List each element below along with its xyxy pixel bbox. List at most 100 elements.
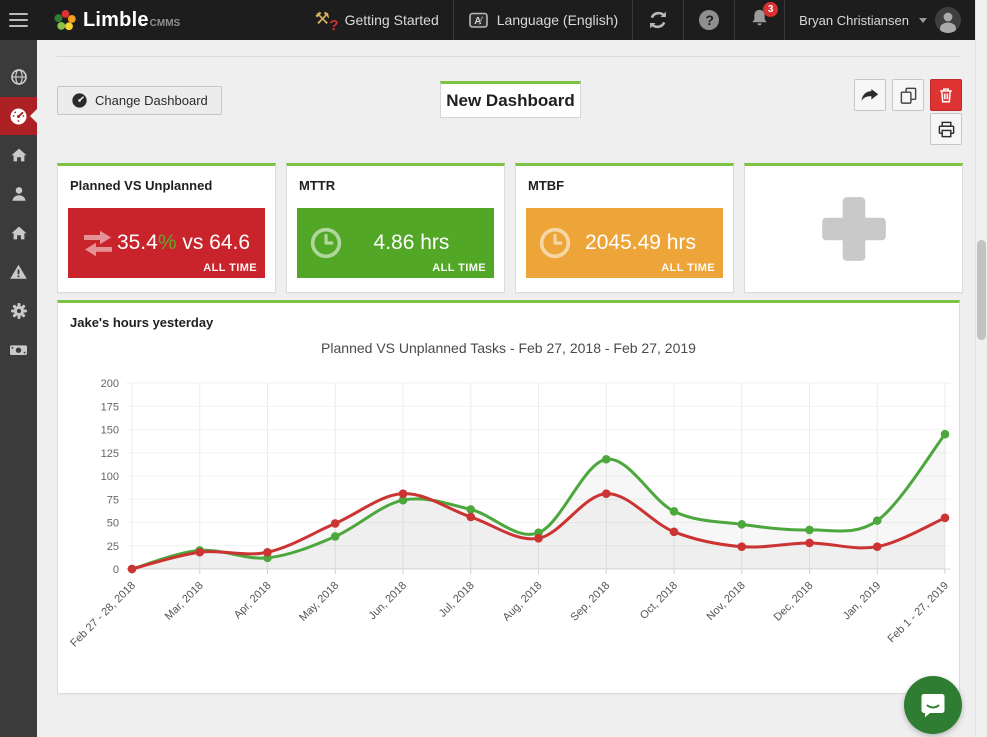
svg-text:Apr, 2018: Apr, 2018 bbox=[232, 580, 274, 622]
kpi-value: 35.4% vs 64.6 bbox=[116, 231, 251, 254]
sidebar-item-assets[interactable] bbox=[0, 214, 37, 252]
plus-icon bbox=[821, 197, 886, 261]
kpi-value: 4.86 hrs bbox=[373, 231, 450, 254]
chart-panel: Jake's hours yesterday Planned VS Unplan… bbox=[57, 300, 960, 694]
svg-text:25: 25 bbox=[107, 541, 119, 553]
kpi-period: ALL TIME bbox=[661, 262, 715, 274]
print-icon bbox=[938, 121, 954, 137]
kpi-period: ALL TIME bbox=[432, 262, 486, 274]
kpi-value: 2045.49 hrs bbox=[585, 231, 696, 254]
svg-text:Aug, 2018: Aug, 2018 bbox=[501, 580, 545, 624]
language-icon: A bbox=[468, 12, 488, 28]
change-dashboard-button[interactable]: Change Dashboard bbox=[57, 86, 222, 115]
chat-bubble-icon bbox=[921, 694, 945, 718]
svg-text:Feb 1 - 27, 2019: Feb 1 - 27, 2019 bbox=[886, 580, 952, 646]
print-button[interactable] bbox=[930, 113, 962, 145]
notification-badge: 3 bbox=[763, 2, 779, 17]
copy-icon bbox=[900, 87, 916, 104]
globe-icon bbox=[10, 69, 27, 85]
svg-text:Nov, 2018: Nov, 2018 bbox=[705, 580, 748, 623]
kpi-card-title: Planned VS Unplanned bbox=[70, 178, 213, 193]
svg-text:Sep, 2018: Sep, 2018 bbox=[568, 580, 612, 624]
sidebar-item-billing[interactable] bbox=[0, 331, 37, 369]
scrollbar-track[interactable] bbox=[975, 0, 987, 737]
money-icon bbox=[10, 345, 27, 355]
dashboard-title: New Dashboard bbox=[446, 90, 575, 110]
svg-text:125: 125 bbox=[101, 448, 119, 460]
sidebar-item-home[interactable] bbox=[0, 136, 37, 174]
app-logo[interactable]: Limble CMMS bbox=[54, 9, 180, 32]
svg-text:150: 150 bbox=[101, 425, 119, 437]
dashboard-actions bbox=[854, 79, 962, 111]
sidebar-item-settings[interactable] bbox=[0, 292, 37, 330]
svg-text:?: ? bbox=[706, 12, 715, 28]
change-dashboard-label: Change Dashboard bbox=[95, 93, 208, 108]
help-icon: ? bbox=[699, 10, 720, 30]
line-chart: 0 25 50 75 100 125 150 175 200 Feb 27 - 28, 2018 M… bbox=[68, 378, 952, 650]
kpi-card-mtbf: MTBF 2045.49 hrs ALL TIME bbox=[515, 163, 734, 293]
sidebar-item-globe[interactable] bbox=[0, 58, 37, 96]
app-name: Limble bbox=[83, 8, 149, 31]
user-name: Bryan Christiansen bbox=[799, 12, 909, 28]
trash-icon bbox=[940, 88, 952, 103]
copy-button[interactable] bbox=[892, 79, 924, 111]
svg-text:Oct, 2018: Oct, 2018 bbox=[638, 580, 680, 622]
notifications-button[interactable]: 3 bbox=[734, 0, 784, 40]
svg-text:Mar, 2018: Mar, 2018 bbox=[163, 580, 206, 623]
svg-text:0: 0 bbox=[113, 564, 119, 576]
svg-text:100: 100 bbox=[101, 471, 119, 483]
getting-started-button[interactable]: ⚒? Getting Started bbox=[301, 0, 453, 40]
svg-text:175: 175 bbox=[101, 401, 119, 413]
user-menu[interactable]: Bryan Christiansen bbox=[784, 0, 975, 40]
kpi-panel: 35.4% vs 64.6 ALL TIME bbox=[68, 208, 265, 278]
kpi-card-title: MTTR bbox=[299, 178, 336, 193]
user-icon bbox=[11, 187, 26, 201]
app-suffix: CMMS bbox=[149, 17, 181, 29]
svg-text:75: 75 bbox=[107, 494, 119, 506]
svg-text:May, 2018: May, 2018 bbox=[297, 580, 341, 624]
main-content: Change Dashboard New Dashboard Planned V… bbox=[37, 40, 975, 737]
kpi-period: ALL TIME bbox=[203, 262, 257, 274]
language-button[interactable]: A Language (English) bbox=[452, 0, 632, 40]
language-label: Language (English) bbox=[496, 12, 619, 28]
refresh-button[interactable] bbox=[632, 0, 683, 40]
topbar: Limble CMMS ⚒? Getting Started A Languag… bbox=[0, 0, 975, 40]
svg-text:200: 200 bbox=[101, 378, 119, 390]
sidebar-item-problems[interactable] bbox=[0, 253, 37, 291]
chevron-down-icon bbox=[919, 17, 927, 23]
share-button[interactable] bbox=[854, 79, 886, 111]
sidebar bbox=[0, 40, 37, 737]
svg-text:Feb 27 - 28, 2018: Feb 27 - 28, 2018 bbox=[68, 580, 138, 650]
add-widget-card[interactable] bbox=[744, 163, 963, 293]
dashboard-gauge-icon bbox=[10, 108, 27, 124]
menu-icon[interactable] bbox=[0, 0, 36, 40]
kpi-card-planned-vs-unplanned: Planned VS Unplanned 35.4% vs 64.6 ALL T… bbox=[57, 163, 276, 293]
svg-text:Jul, 2018: Jul, 2018 bbox=[437, 580, 477, 620]
chat-button[interactable] bbox=[904, 676, 962, 734]
dashboard-title-tab[interactable]: New Dashboard bbox=[440, 81, 581, 118]
kpi-cards-row: Planned VS Unplanned 35.4% vs 64.6 ALL T… bbox=[57, 163, 963, 293]
exchange-arrows-icon bbox=[84, 230, 112, 257]
gear-icon bbox=[10, 303, 27, 319]
content-divider bbox=[57, 56, 961, 57]
kpi-panel: 4.86 hrs ALL TIME bbox=[297, 208, 494, 278]
help-button[interactable]: ? bbox=[683, 0, 734, 40]
panel-title: Jake's hours yesterday bbox=[70, 315, 214, 330]
getting-started-label: Getting Started bbox=[344, 12, 439, 28]
avatar[interactable] bbox=[935, 7, 961, 33]
sidebar-item-dashboard[interactable] bbox=[0, 97, 37, 135]
kpi-card-mttr: MTTR 4.86 hrs ALL TIME bbox=[286, 163, 505, 293]
kpi-card-title: MTBF bbox=[528, 178, 565, 193]
clock-icon bbox=[310, 227, 342, 259]
asset-home-icon bbox=[11, 226, 26, 240]
sidebar-item-user[interactable] bbox=[0, 175, 37, 213]
scrollbar-thumb[interactable] bbox=[977, 240, 986, 340]
share-icon bbox=[861, 89, 879, 101]
getting-started-icon: ⚒? bbox=[314, 9, 339, 34]
limble-logo-icon bbox=[54, 9, 76, 30]
chart-title: Planned VS Unplanned Tasks - Feb 27, 201… bbox=[321, 340, 696, 356]
delete-button[interactable] bbox=[930, 79, 962, 111]
svg-text:Jan, 2019: Jan, 2019 bbox=[841, 580, 884, 623]
clock-icon bbox=[539, 227, 571, 259]
svg-text:Dec, 2018: Dec, 2018 bbox=[772, 580, 816, 624]
